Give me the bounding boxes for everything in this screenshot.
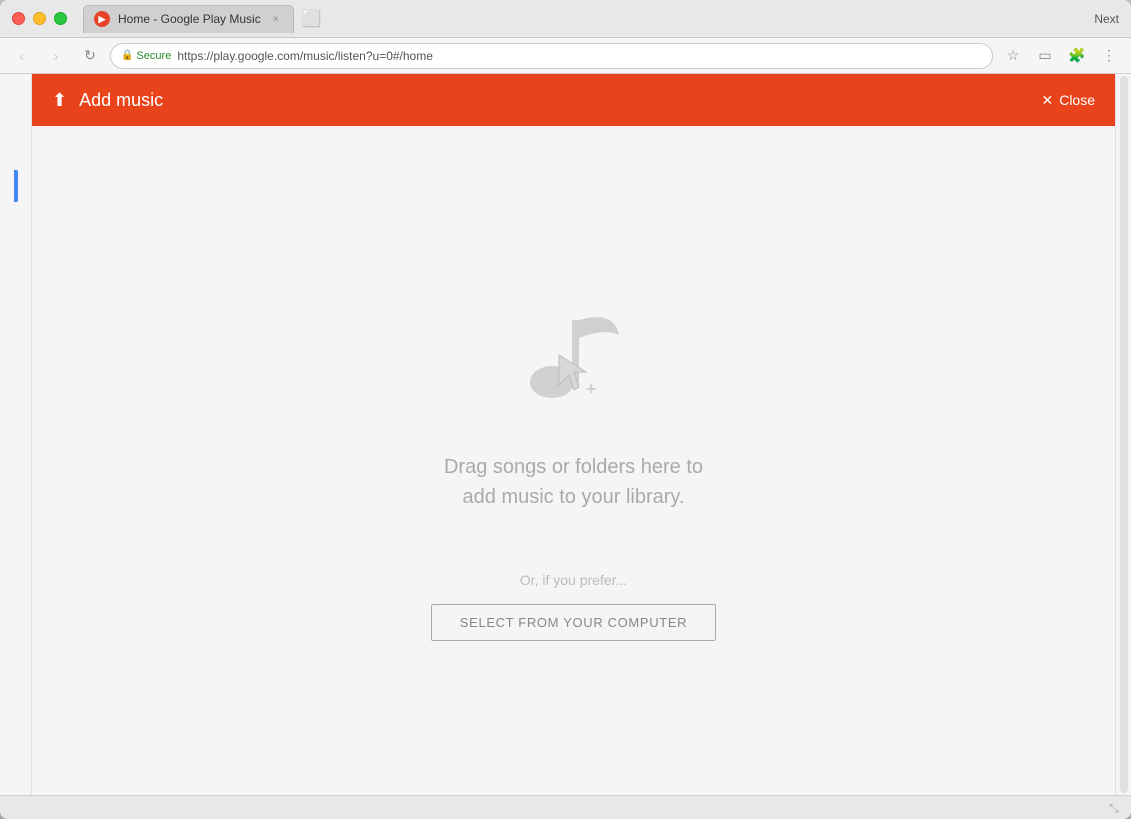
refresh-icon: ↻ bbox=[84, 47, 96, 64]
traffic-lights bbox=[12, 12, 67, 25]
cast-button[interactable]: ▭ bbox=[1031, 42, 1059, 70]
svg-text:+: + bbox=[586, 379, 597, 399]
forward-icon: › bbox=[54, 48, 59, 64]
sidebar-item-1 bbox=[0, 82, 31, 122]
active-indicator bbox=[14, 170, 18, 202]
secure-label: Secure bbox=[136, 50, 171, 62]
or-prefer-text: Or, if you prefer... bbox=[520, 572, 627, 588]
secure-badge: 🔒 Secure bbox=[121, 50, 171, 62]
forward-button[interactable]: › bbox=[42, 42, 70, 70]
drag-line1: Drag songs or folders here to bbox=[444, 452, 703, 482]
close-x-icon: ✕ bbox=[1041, 92, 1053, 109]
back-icon: ‹ bbox=[20, 48, 25, 64]
right-edge bbox=[1115, 74, 1131, 795]
maximize-window-button[interactable] bbox=[54, 12, 67, 25]
scrollbar-track bbox=[1120, 76, 1128, 793]
url-text: https://play.google.com/music/listen?u=0… bbox=[177, 49, 433, 63]
sidebar-item-4 bbox=[0, 208, 31, 248]
menu-button[interactable]: ⋮ bbox=[1095, 42, 1123, 70]
sidebar-partial bbox=[0, 74, 32, 795]
url-bar[interactable]: 🔒 Secure https://play.google.com/music/l… bbox=[110, 43, 993, 69]
close-button[interactable]: ✕ Close bbox=[1041, 92, 1095, 109]
browser-window: ▶ Home - Google Play Music × ⬜ Next ‹ › … bbox=[0, 0, 1131, 819]
drop-zone[interactable]: + Drag songs or folders here to add musi… bbox=[32, 126, 1115, 795]
select-from-computer-button[interactable]: SELECT FROM YOUR COMPUTER bbox=[431, 604, 716, 641]
minimize-window-button[interactable] bbox=[33, 12, 46, 25]
main-area: ⬆ Add music ✕ Close bbox=[32, 74, 1115, 795]
title-bar: ▶ Home - Google Play Music × ⬜ Next bbox=[0, 0, 1131, 38]
sidebar-item-5 bbox=[0, 250, 31, 290]
bookmark-star-button[interactable]: ☆ bbox=[999, 42, 1027, 70]
tab-label: Home - Google Play Music bbox=[118, 12, 261, 26]
resize-handle[interactable]: ⤡ bbox=[1109, 801, 1123, 815]
music-icon-container: + bbox=[504, 280, 644, 420]
toolbar-right: ☆ ▭ 🧩 ⋮ bbox=[999, 42, 1123, 70]
upload-icon: ⬆ bbox=[52, 90, 67, 111]
refresh-button[interactable]: ↻ bbox=[76, 42, 104, 70]
close-label: Close bbox=[1059, 92, 1095, 108]
sidebar-item-6 bbox=[0, 292, 31, 332]
sidebar-item-3 bbox=[0, 166, 31, 206]
tab-area: ▶ Home - Google Play Music × ⬜ bbox=[83, 5, 1119, 33]
sidebar-item-2 bbox=[0, 124, 31, 164]
browser-content: ⬆ Add music ✕ Close bbox=[0, 74, 1131, 795]
address-bar: ‹ › ↻ 🔒 Secure https://play.google.com/m… bbox=[0, 38, 1131, 74]
next-button[interactable]: Next bbox=[1094, 12, 1119, 26]
music-note-icon: + bbox=[504, 280, 644, 420]
modal-title: Add music bbox=[79, 90, 1041, 111]
drag-instructions: Drag songs or folders here to add music … bbox=[444, 452, 703, 512]
tab-close-button[interactable]: × bbox=[269, 12, 283, 26]
tab-favicon: ▶ bbox=[94, 11, 110, 27]
back-button[interactable]: ‹ bbox=[8, 42, 36, 70]
modal-header: ⬆ Add music ✕ Close bbox=[32, 74, 1115, 126]
close-window-button[interactable] bbox=[12, 12, 25, 25]
new-tab-button[interactable]: ⬜ bbox=[298, 5, 326, 33]
lock-icon: 🔒 bbox=[121, 50, 133, 61]
extensions-button[interactable]: 🧩 bbox=[1063, 42, 1091, 70]
bottom-bar: ⤡ bbox=[0, 795, 1131, 819]
drag-line2: add music to your library. bbox=[444, 482, 703, 512]
browser-tab-active[interactable]: ▶ Home - Google Play Music × bbox=[83, 5, 294, 33]
